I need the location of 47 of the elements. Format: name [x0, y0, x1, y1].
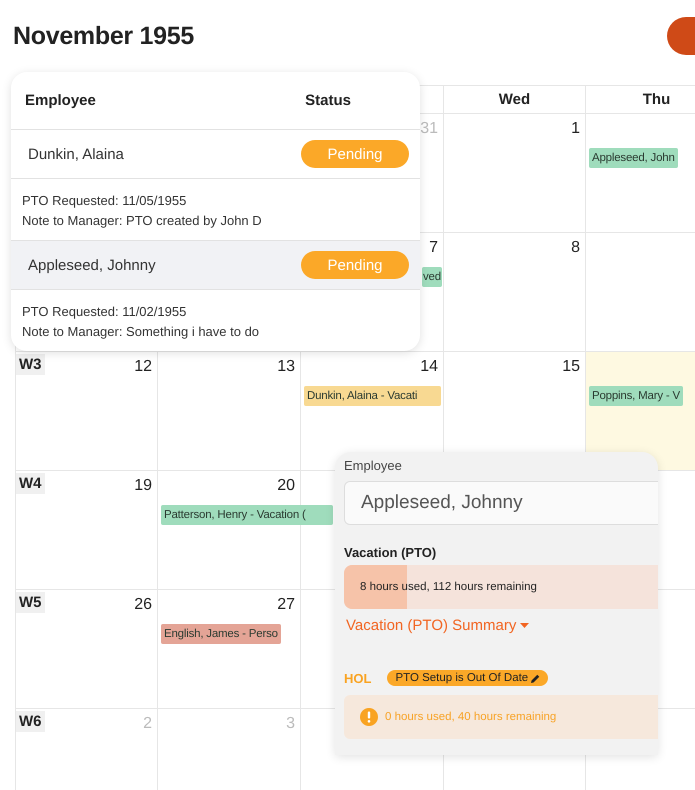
calendar-event[interactable]: ved [422, 267, 442, 287]
calendar-event[interactable]: English, James - Perso [161, 624, 281, 644]
month-title: November 1955 [13, 22, 194, 50]
week-label: W6 [16, 711, 44, 732]
calendar-event[interactable]: Poppins, Mary - V [589, 386, 683, 406]
employee-field[interactable]: Appleseed, Johnny [344, 481, 658, 525]
day-number: 26 [134, 596, 153, 614]
day-number: 7 [429, 239, 439, 257]
column-header: Status [305, 92, 351, 109]
week-label: W5 [16, 592, 44, 613]
caret-icon [520, 622, 530, 628]
day-number: 27 [277, 596, 296, 614]
request-row[interactable]: Appleseed, Johnny Pending [11, 241, 420, 290]
status-badge: Pending [301, 251, 409, 279]
day-number: 1 [571, 120, 581, 138]
calendar-event[interactable]: Appleseed, John [589, 148, 678, 168]
day-number: 8 [571, 239, 581, 257]
day-number: 31 [420, 120, 439, 138]
calendar-event[interactable]: Dunkin, Alaina - Vacati [304, 386, 441, 406]
day-number: 14 [420, 358, 439, 376]
usage-text: 0 hours used, 40 hours remaining [385, 711, 556, 723]
employee-name: Dunkin, Alaina [28, 146, 124, 162]
day-number: 12 [134, 358, 153, 376]
exclamation-icon [360, 708, 378, 726]
request-detail: PTO Requested: 11/02/1955 [22, 304, 188, 319]
day-number: 3 [286, 715, 296, 733]
calendar-event[interactable]: Patterson, Henry - Vacation ( [161, 505, 333, 525]
request-detail: PTO Requested: 11/05/1955 [22, 193, 188, 208]
day-number: 19 [134, 477, 153, 495]
request-detail: Note to Manager: Something i have to do [22, 324, 260, 339]
column-header: Employee [25, 92, 96, 109]
status-badge: Pending [301, 140, 409, 168]
request-row[interactable]: Dunkin, Alaina Pending [11, 130, 420, 179]
employee-name: Appleseed, Johnny [28, 256, 156, 274]
day-number: 15 [562, 358, 581, 376]
pencil-icon [531, 674, 540, 682]
week-label: W3 [16, 354, 44, 375]
balance-title: HOL [344, 670, 372, 686]
balance-title: Vacation (PTO) [344, 545, 438, 560]
usage-text: 8 hours used, 112 hours remaining [359, 581, 537, 593]
week-label: W4 [16, 473, 44, 494]
day-number: 20 [277, 477, 296, 495]
day-number: 13 [277, 358, 296, 376]
setup-badge[interactable]: PTO Setup is Out Of Date [387, 670, 548, 686]
request-detail: Note to Manager: PTO created by John D [22, 213, 263, 228]
field-label: Employee [344, 458, 403, 473]
day-number: 2 [143, 715, 153, 733]
